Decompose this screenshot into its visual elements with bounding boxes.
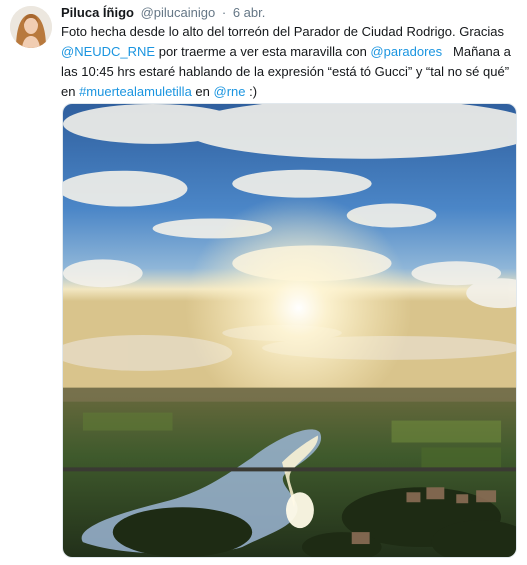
tweet-header: Piluca Íñigo @pilucainigo · 6 abr. <box>61 4 265 21</box>
tweet-text-segment: por traerme a ver esta maravilla con <box>155 44 371 59</box>
author-handle[interactable]: @pilucainigo <box>141 5 216 20</box>
mention-neudc-rne[interactable]: @NEUDC_RNE <box>61 44 155 59</box>
header-separator: · <box>221 5 227 20</box>
author-name[interactable]: Piluca Íñigo <box>61 5 134 20</box>
tweet-photo[interactable] <box>62 103 517 558</box>
mention-rne[interactable]: @rne <box>214 84 246 99</box>
mention-paradores[interactable]: @paradores <box>370 44 442 59</box>
tweet-timestamp[interactable]: 6 abr. <box>233 5 266 20</box>
tweet: Piluca Íñigo @pilucainigo · 6 abr. Foto … <box>0 0 527 565</box>
tweet-text-segment: Foto hecha desde lo alto del torreón del… <box>61 24 504 39</box>
avatar[interactable] <box>10 6 52 48</box>
tweet-text-segment: en <box>191 84 214 99</box>
hashtag-muertealamuletilla[interactable]: #muertealamuletilla <box>79 84 192 99</box>
tweet-text-segment: :) <box>245 84 258 99</box>
tweet-text: Foto hecha desde lo alto del torreón del… <box>61 22 516 102</box>
